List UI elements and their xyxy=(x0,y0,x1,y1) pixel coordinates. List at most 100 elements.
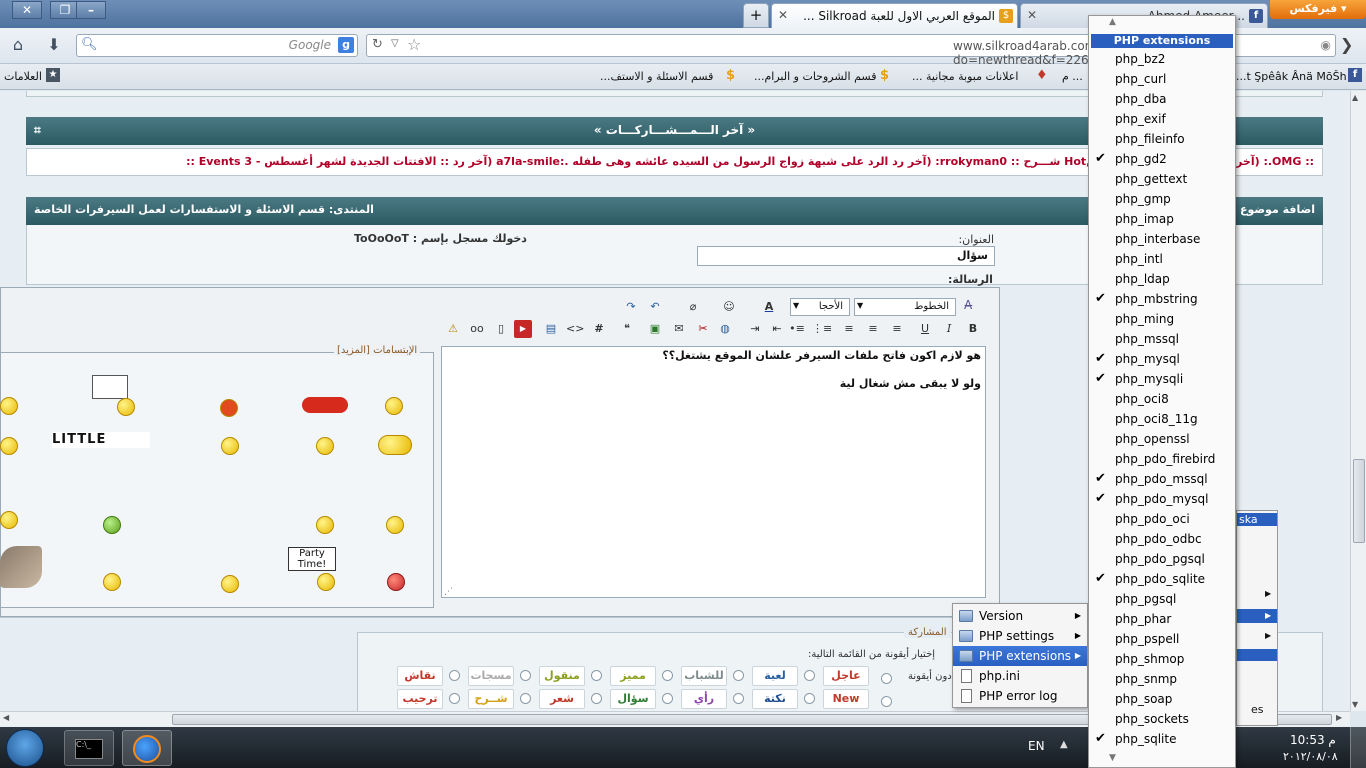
icon-radio[interactable] xyxy=(449,693,460,704)
icon-radio[interactable] xyxy=(520,670,531,681)
start-button[interactable] xyxy=(6,729,44,767)
extension-item[interactable]: php_fileinfo xyxy=(1089,129,1235,149)
scroll-up-icon[interactable]: ▲ xyxy=(1109,17,1116,27)
smilies-title[interactable]: الإبتسامات [المزيد] xyxy=(334,345,421,356)
icon-tag-button[interactable]: للشباب xyxy=(681,666,727,686)
smiley-little-icon[interactable]: LITTLE xyxy=(52,432,150,448)
unlink-icon[interactable]: ✂ xyxy=(694,320,712,338)
align-right-icon[interactable]: ≡ xyxy=(888,320,906,338)
icon-tag-button[interactable]: رأي xyxy=(681,689,727,709)
icon-radio[interactable] xyxy=(881,696,892,707)
smiley-icon[interactable] xyxy=(117,398,135,416)
extension-item[interactable]: php_interbase xyxy=(1089,229,1235,249)
extension-item[interactable]: ✔ php_pdo_mysql xyxy=(1089,489,1235,509)
icon-radio[interactable] xyxy=(733,693,744,704)
smiley-icon[interactable] xyxy=(0,397,18,415)
menu-item-version[interactable]: Version ▶ xyxy=(953,606,1087,626)
vertical-scrollbar[interactable]: ▲ ▼ xyxy=(1350,91,1366,711)
image-icon[interactable]: ▣ xyxy=(646,320,664,338)
smiley-icon[interactable] xyxy=(0,511,18,529)
extension-item[interactable]: php_openssl xyxy=(1089,429,1235,449)
extension-item[interactable]: php_pdo_odbc xyxy=(1089,529,1235,549)
extension-item[interactable]: php_pdo_oci xyxy=(1089,509,1235,529)
globe-link-icon[interactable]: ◍ xyxy=(716,320,734,338)
clipboard-icon[interactable]: ▯ xyxy=(492,320,510,338)
extension-item[interactable]: php_bz2 xyxy=(1089,49,1235,69)
smiley-love-icon[interactable] xyxy=(378,435,412,455)
icon-radio[interactable] xyxy=(881,673,892,684)
icon-tag-button[interactable]: منقول xyxy=(539,666,585,686)
bullet-list-icon[interactable]: •≡ xyxy=(788,320,806,338)
smiley-sleeping-icon[interactable] xyxy=(302,397,348,413)
extension-item[interactable]: php_pdo_firebird xyxy=(1089,449,1235,469)
extension-item[interactable]: ✔ php_pdo_mssql xyxy=(1089,469,1235,489)
clock-time[interactable]: 10:53 م xyxy=(1290,733,1336,747)
icon-tag-button[interactable]: ترحيب xyxy=(397,689,443,709)
close-tab-icon[interactable]: ✕ xyxy=(778,8,788,22)
scroll-left-icon[interactable]: ◀ xyxy=(3,713,9,722)
menu-item-php-error-log[interactable]: PHP error log xyxy=(953,686,1087,706)
extension-item[interactable]: php_sockets xyxy=(1089,709,1235,729)
smiley-icon[interactable] xyxy=(385,397,403,415)
code-icon[interactable]: <> xyxy=(566,320,584,338)
warning-icon[interactable]: ⚠ xyxy=(444,320,462,338)
outdent-icon[interactable]: ⇤ xyxy=(768,320,786,338)
scroll-up-icon[interactable]: ▲ xyxy=(1352,93,1358,102)
icon-radio[interactable] xyxy=(591,670,602,681)
icon-tag-button[interactable]: سؤال xyxy=(610,689,656,709)
extension-item[interactable]: php_mssql xyxy=(1089,329,1235,349)
wamp-menu-item[interactable]: ska xyxy=(1237,513,1277,526)
smiley-censored-icon[interactable] xyxy=(220,399,238,417)
extension-item[interactable]: ✔ php_mbstring xyxy=(1089,289,1235,309)
smiley-icon[interactable] xyxy=(386,516,404,534)
bookmark-star-icon[interactable]: ☆ xyxy=(407,35,421,54)
smiley-icon[interactable] xyxy=(221,575,239,593)
smiley-icon[interactable] xyxy=(0,437,18,455)
bookmarks-star-icon[interactable]: ★ xyxy=(46,68,60,82)
show-desktop-button[interactable] xyxy=(1350,727,1366,768)
extension-item[interactable]: php_pdo_pgsql xyxy=(1089,549,1235,569)
underline-icon[interactable]: U xyxy=(916,320,934,338)
wamp-menu-item-highlight[interactable] xyxy=(1237,649,1277,661)
extension-item[interactable]: php_gettext xyxy=(1089,169,1235,189)
extension-item[interactable]: php_soap xyxy=(1089,689,1235,709)
icon-tag-button[interactable]: شعر xyxy=(539,689,585,709)
close-window-icon[interactable]: ✕ xyxy=(12,1,42,19)
smiley-party-icon[interactable]: Party Time! xyxy=(288,547,336,571)
wamp-menu-item[interactable]: es xyxy=(1251,703,1264,716)
icon-tag-button[interactable]: عاجل xyxy=(823,666,869,686)
icon-radio[interactable] xyxy=(520,693,531,704)
extension-item[interactable]: ✔ php_mysqli xyxy=(1089,369,1235,389)
bookmark-item[interactable]: ... م xyxy=(1062,70,1083,83)
close-tab-icon[interactable]: ✕ xyxy=(1027,8,1037,22)
google-search-icon[interactable]: g xyxy=(338,37,354,53)
quote-icon[interactable]: ❝ xyxy=(618,320,636,338)
extension-item[interactable]: php_oci8_11g xyxy=(1089,409,1235,429)
remove-format-icon[interactable]: A̶ xyxy=(964,298,982,316)
extension-item[interactable]: php_shmop xyxy=(1089,649,1235,669)
menu-item-php-settings[interactable]: PHP settings ▶ xyxy=(953,626,1087,646)
language-indicator[interactable]: EN xyxy=(1028,739,1045,753)
scroll-down-icon[interactable]: ▼ xyxy=(1352,700,1358,709)
extension-item[interactable]: ✔ php_sqlite xyxy=(1089,729,1235,749)
icon-radio[interactable] xyxy=(662,693,673,704)
smiley-icon[interactable] xyxy=(103,573,121,591)
extension-item[interactable]: ✔ php_mysql xyxy=(1089,349,1235,369)
hash-icon[interactable]: # xyxy=(590,320,608,338)
download-icon[interactable]: ⬇ xyxy=(42,33,66,57)
icon-tag-button[interactable]: مسجات xyxy=(468,666,514,686)
undo-icon[interactable]: ↶ xyxy=(646,298,664,316)
extension-item[interactable]: ✔ php_gd2 xyxy=(1089,149,1235,169)
extension-item[interactable]: php_ldap xyxy=(1089,269,1235,289)
italic-icon[interactable]: I xyxy=(940,320,958,338)
bookmark-item[interactable]: اعلانات مبوبة مجانية ... xyxy=(912,70,1018,83)
smiley-sick-icon[interactable] xyxy=(103,516,121,534)
email-icon[interactable]: ✉ xyxy=(670,320,688,338)
extension-item[interactable]: php_oci8 xyxy=(1089,389,1235,409)
smiley-icon[interactable] xyxy=(221,437,239,455)
tab-silkroad[interactable]: ✕ الموقع العربي الاول للعبة Silkroad ...… xyxy=(771,3,1018,28)
smiley-angry-icon[interactable] xyxy=(316,516,334,534)
glasses-icon[interactable]: oo xyxy=(468,320,486,338)
go-icon[interactable]: ◉ xyxy=(1321,38,1331,52)
message-textarea[interactable]: هو لازم اكون فاتح ملفات السيرفر علشان ال… xyxy=(441,346,986,598)
